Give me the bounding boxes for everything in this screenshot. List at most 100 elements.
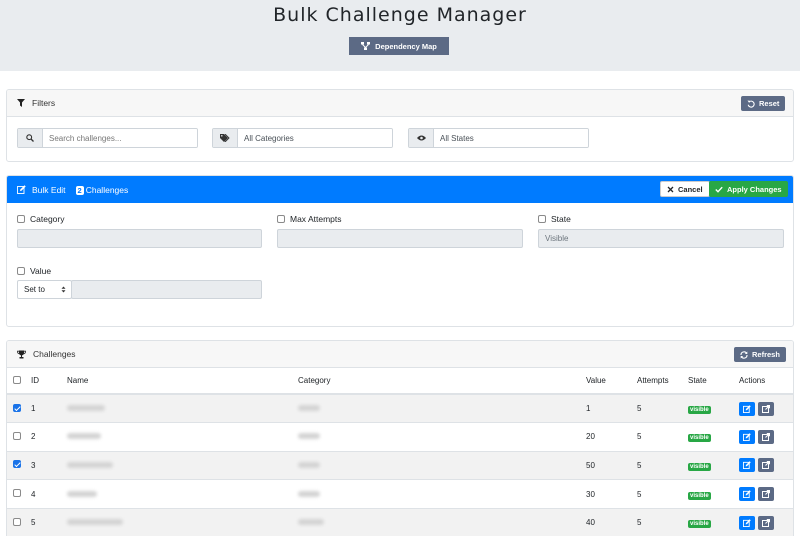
reset-label: Reset xyxy=(759,99,780,108)
dependency-map-button[interactable]: Dependency Map xyxy=(349,37,449,55)
row-value: 1 xyxy=(586,393,637,423)
undo-icon xyxy=(747,100,755,108)
eye-icon xyxy=(416,135,426,141)
edit-icon xyxy=(743,404,751,413)
row-state-cell: visible xyxy=(688,479,739,509)
open-button[interactable] xyxy=(758,515,774,530)
row-category xyxy=(298,450,586,480)
external-link-icon xyxy=(762,404,770,413)
row-value: 40 xyxy=(586,507,637,536)
row-actions xyxy=(739,450,793,480)
row-category xyxy=(298,393,586,423)
table-row[interactable]: 2 20 5 visible xyxy=(7,422,793,452)
value-field xyxy=(71,280,262,299)
sitemap-icon xyxy=(361,42,371,50)
category-label: Category xyxy=(30,214,65,224)
state-filter[interactable]: All States xyxy=(408,128,589,148)
row-name xyxy=(67,393,298,423)
row-name xyxy=(67,422,298,452)
times-icon xyxy=(667,186,674,192)
filter-icon xyxy=(17,99,25,107)
open-button[interactable] xyxy=(758,401,774,416)
row-checkbox[interactable] xyxy=(13,403,21,412)
row-id: 2 xyxy=(31,422,67,452)
refresh-button[interactable]: Refresh xyxy=(734,347,786,362)
external-link-icon xyxy=(762,490,770,499)
col-actions: Actions xyxy=(739,368,793,395)
value-checkbox[interactable] xyxy=(17,267,25,275)
value-mode-select[interactable]: Set to xyxy=(17,280,72,299)
state-select[interactable]: All States xyxy=(434,129,588,147)
reset-button[interactable]: Reset xyxy=(741,96,786,111)
select-arrows-icon xyxy=(61,286,66,293)
edit-button[interactable] xyxy=(739,515,755,530)
col-category: Category xyxy=(298,368,586,395)
challenges-header: Challenges Refresh xyxy=(7,341,793,368)
category-filter[interactable]: All Categories xyxy=(212,128,393,148)
apply-changes-button[interactable]: Apply Changes xyxy=(709,181,788,197)
col-attempts: Attempts xyxy=(637,368,688,395)
challenges-title: Challenges xyxy=(33,349,76,359)
search-input[interactable]: Search challenges... xyxy=(43,129,197,147)
selected-count-suffix: Challenges xyxy=(85,184,129,195)
row-attempts: 5 xyxy=(637,450,688,480)
refresh-label: Refresh xyxy=(752,350,780,359)
tags-icon xyxy=(220,134,230,142)
category-select[interactable]: All Categories xyxy=(238,129,392,147)
col-id: ID xyxy=(31,368,67,395)
row-checkbox[interactable] xyxy=(13,460,21,469)
state-toggle[interactable]: State xyxy=(538,214,571,224)
table-row[interactable]: 4 30 5 visible xyxy=(7,479,793,509)
row-category xyxy=(298,507,586,536)
cancel-button[interactable]: Cancel xyxy=(660,181,710,197)
value-label: Value xyxy=(30,266,52,276)
row-value: 20 xyxy=(586,422,637,452)
status-badge: visible xyxy=(688,491,711,500)
open-button[interactable] xyxy=(758,458,774,473)
max-attempts-field xyxy=(277,229,523,248)
edit-button[interactable] xyxy=(739,429,755,444)
search-input-group[interactable]: Search challenges... xyxy=(17,128,198,148)
table-row[interactable]: 5 40 5 visible xyxy=(7,507,793,536)
row-checkbox[interactable] xyxy=(13,431,21,440)
table-header-row: ID Name Category Value Attempts State Ac… xyxy=(7,368,793,395)
table-row[interactable]: 3 50 5 visible xyxy=(7,450,793,480)
max-attempts-label: Max Attempts xyxy=(290,214,342,224)
external-link-icon xyxy=(762,461,770,470)
max-attempts-checkbox[interactable] xyxy=(277,215,285,223)
value-toggle[interactable]: Value xyxy=(17,266,51,276)
category-checkbox[interactable] xyxy=(17,215,25,223)
state-checkbox[interactable] xyxy=(538,215,546,223)
row-value: 50 xyxy=(586,450,637,480)
open-button[interactable] xyxy=(758,487,774,502)
bulk-edit-title: Bulk Edit xyxy=(32,184,66,195)
edit-icon xyxy=(743,490,751,499)
edit-button[interactable] xyxy=(739,458,755,473)
max-attempts-toggle[interactable]: Max Attempts xyxy=(277,214,342,224)
selected-count-badge: 2 xyxy=(75,185,84,195)
status-badge: visible xyxy=(688,434,711,443)
category-toggle[interactable]: Category xyxy=(17,214,65,224)
row-checkbox[interactable] xyxy=(13,489,21,498)
state-field: Visible xyxy=(538,229,784,248)
select-all-checkbox[interactable] xyxy=(13,375,21,384)
row-state-cell: visible xyxy=(688,422,739,452)
filters-header: Filters Reset xyxy=(7,90,793,117)
row-attempts: 5 xyxy=(637,422,688,452)
filters-title: Filters xyxy=(32,98,56,108)
edit-icon xyxy=(17,185,26,194)
status-badge: visible xyxy=(688,462,711,471)
challenges-card: Challenges Refresh ID Name Category Valu… xyxy=(6,340,794,536)
table-row[interactable]: 1 1 5 visible xyxy=(7,393,793,423)
row-value: 30 xyxy=(586,479,637,509)
row-name xyxy=(67,507,298,536)
row-attempts: 5 xyxy=(637,393,688,423)
row-name xyxy=(67,450,298,480)
category-field xyxy=(17,229,262,248)
edit-button[interactable] xyxy=(739,401,755,416)
row-checkbox[interactable] xyxy=(13,517,21,526)
row-category xyxy=(298,422,586,452)
row-actions xyxy=(739,422,793,452)
edit-button[interactable] xyxy=(739,487,755,502)
open-button[interactable] xyxy=(758,429,774,444)
